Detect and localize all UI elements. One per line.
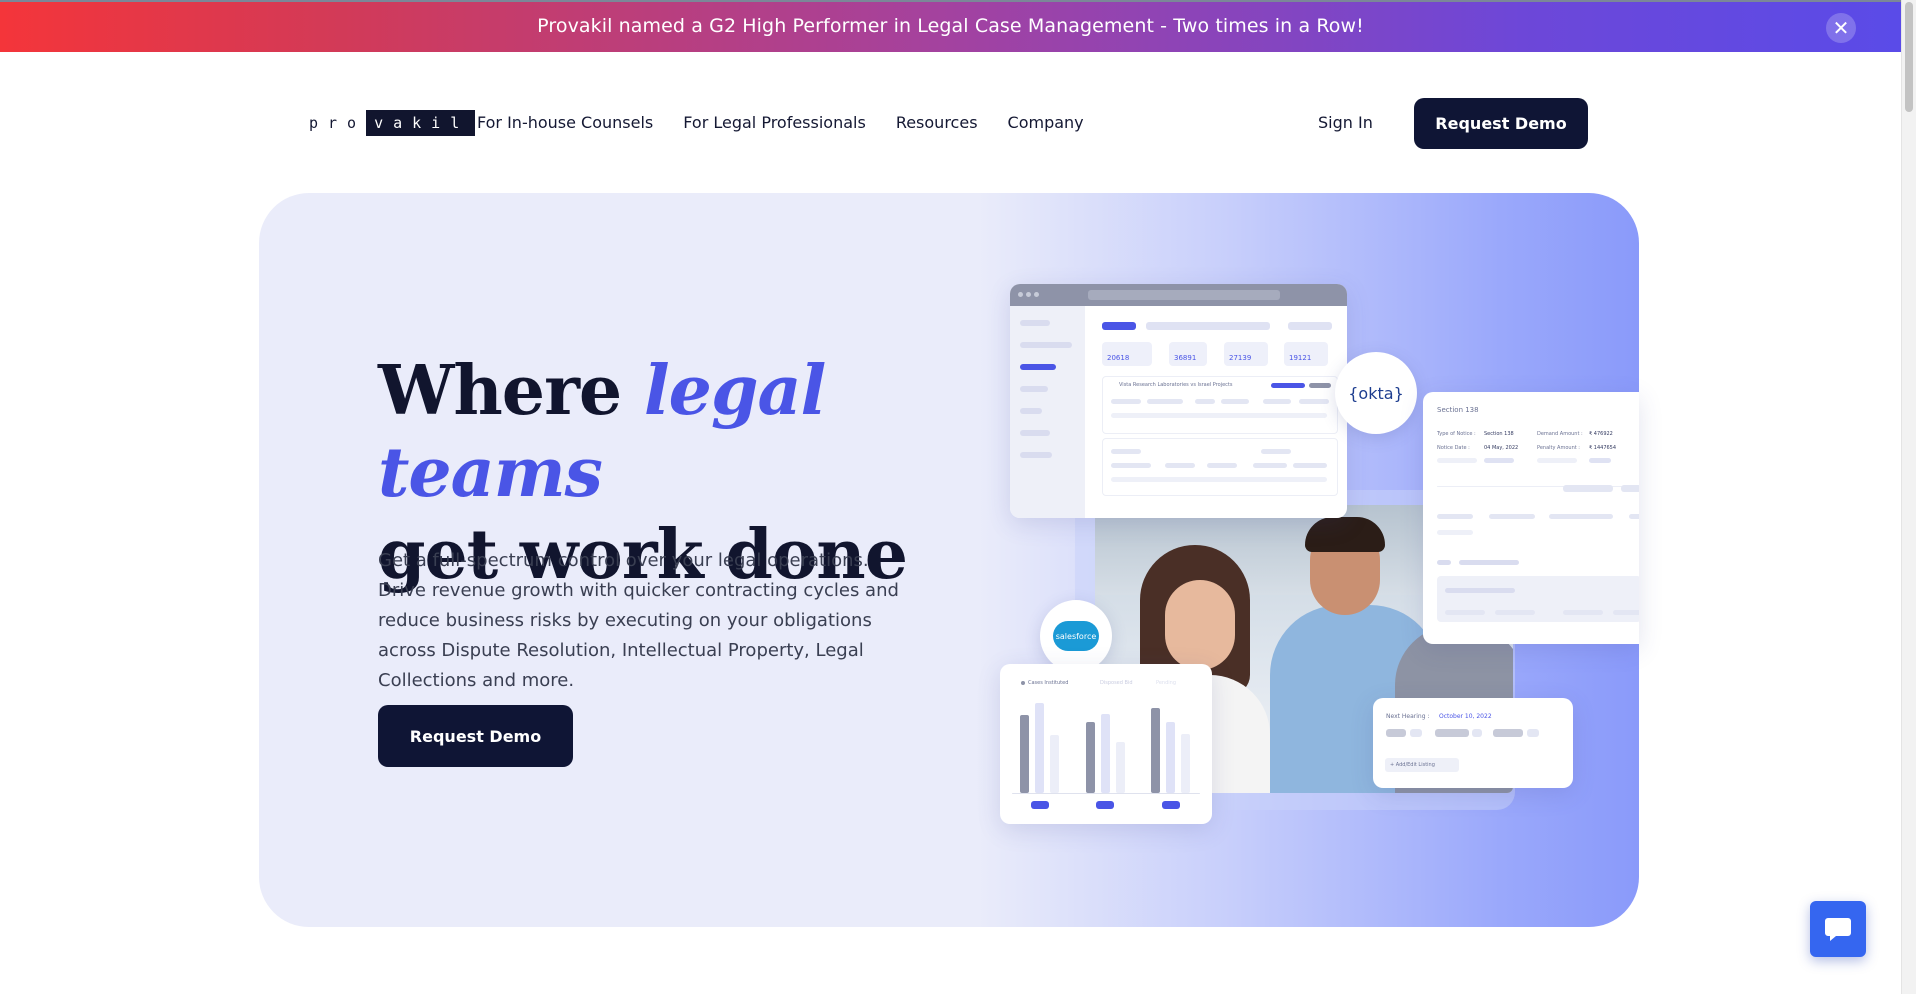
nav-item-in-house-counsels[interactable]: For In-house Counsels	[477, 113, 653, 132]
banner-text: Provakil named a G2 High Performer in Le…	[537, 15, 1364, 37]
provakil-logo[interactable]: pro vakil	[309, 110, 476, 136]
penalty-value: ₹ 1447654	[1589, 445, 1617, 451]
salesforce-logo-text: salesforce	[1055, 631, 1097, 641]
sign-in-link[interactable]: Sign In	[1318, 113, 1373, 132]
notice-value: 04 May, 2022	[1484, 445, 1519, 451]
headline-part-1: Where	[378, 351, 644, 431]
logo-text-pro: pro	[309, 114, 367, 132]
hero-subtext: Get a full-spectrum control over your le…	[378, 550, 899, 691]
okta-logo-text: {okta}	[1348, 383, 1404, 403]
logo-text-vakil: vakil	[366, 110, 476, 136]
next-hearing-card: Next Hearing : October 10, 2022 + Add/Ed…	[1373, 698, 1573, 788]
chat-widget-button[interactable]	[1810, 901, 1866, 957]
legend-disposed-bid: Disposed Bid	[1100, 680, 1133, 686]
section-card-title: Section 138	[1437, 406, 1479, 414]
stat-2: 36891	[1174, 354, 1197, 362]
stat-3: 27139	[1229, 354, 1252, 362]
nav-request-demo-button[interactable]: Request Demo	[1414, 98, 1588, 149]
page-scrollbar[interactable]	[1901, 0, 1916, 994]
amount-label: Demand Amount :	[1537, 431, 1583, 437]
hero-request-demo-button[interactable]: Request Demo	[378, 705, 573, 767]
announcement-banner: Provakil named a G2 High Performer in Le…	[0, 0, 1901, 52]
next-hearing-date: October 10, 2022	[1439, 713, 1492, 720]
next-hearing-label: Next Hearing :	[1386, 713, 1430, 720]
okta-logo-badge: {okta}	[1335, 352, 1417, 434]
dashboard-row-text: Vista Research Laboratories vs Israel Pr…	[1119, 382, 1233, 388]
legend-cases-instituted: Cases Instituted	[1028, 680, 1069, 686]
nav-item-company[interactable]: Company	[1008, 113, 1084, 132]
notice-label: Notice Date :	[1437, 445, 1470, 451]
close-icon[interactable]: ✕	[1826, 13, 1856, 43]
amount-value: ₹ 476922	[1589, 431, 1613, 437]
chat-bubble-icon	[1825, 918, 1851, 941]
stat-1: 20618	[1107, 354, 1130, 362]
scrollbar-thumb[interactable]	[1905, 2, 1913, 112]
add-edit-listing-button: + Add/Edit Listing	[1390, 762, 1435, 768]
section-138-card: Section 138 Type of Notice : Section 138…	[1423, 392, 1639, 644]
main-nav: For In-house Counsels For Legal Professi…	[477, 113, 1084, 132]
stat-4: 19121	[1289, 354, 1312, 362]
type-value: Section 138	[1484, 431, 1514, 437]
nav-item-legal-professionals[interactable]: For Legal Professionals	[683, 113, 866, 132]
salesforce-logo-badge: salesforce	[1040, 600, 1112, 672]
penalty-label: Penalty Amount :	[1537, 445, 1580, 451]
legend-pending: Pending	[1156, 680, 1176, 686]
dashboard-mockup-card: 20618 36891 27139 19121 Vista Research L…	[1010, 284, 1347, 518]
nav-item-resources[interactable]: Resources	[896, 113, 978, 132]
cases-chart-card: Cases Instituted Disposed Bid Pending	[1000, 664, 1212, 824]
salesforce-cloud-icon: salesforce	[1053, 621, 1099, 651]
type-label: Type of Notice :	[1437, 431, 1476, 437]
